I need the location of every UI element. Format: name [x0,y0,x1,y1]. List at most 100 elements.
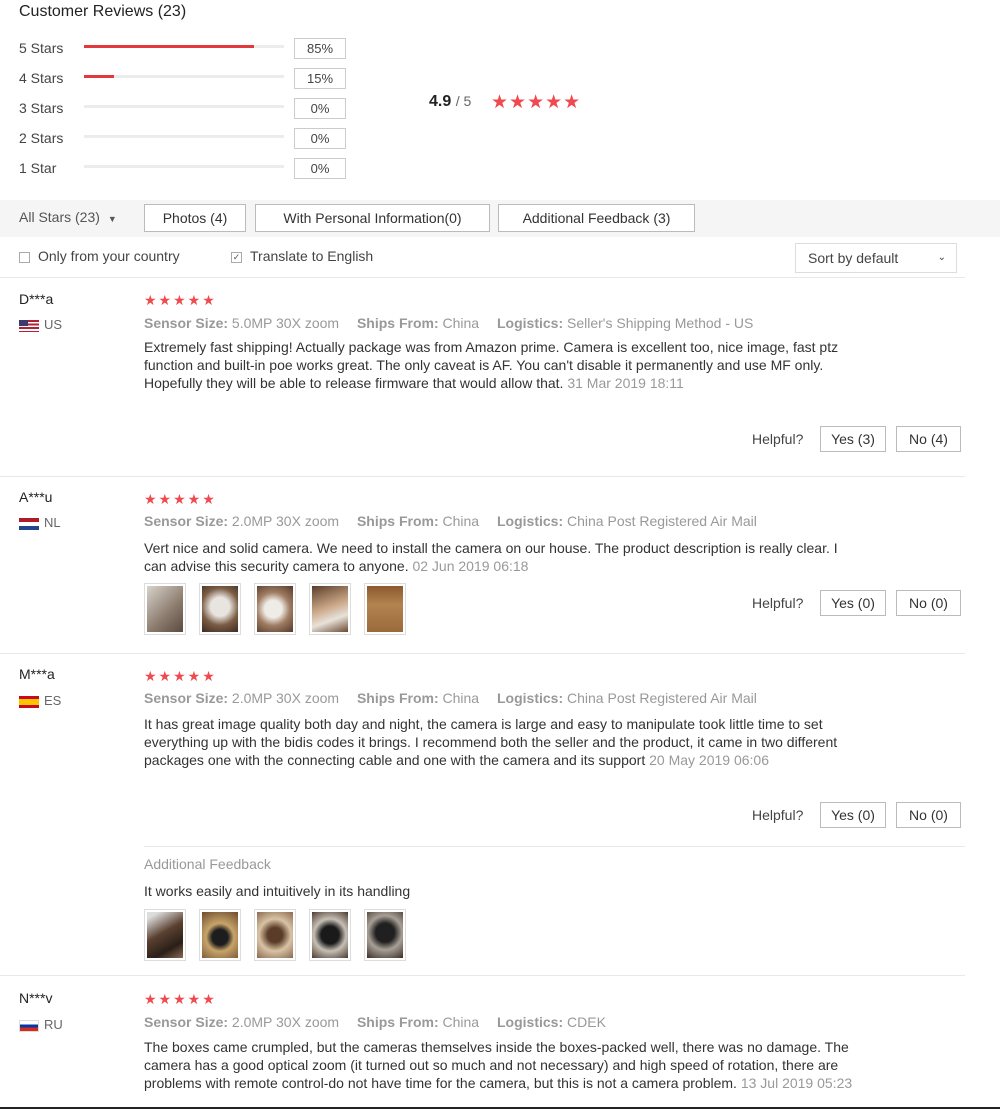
helpful-yes-button[interactable]: Yes (0) [820,590,886,616]
ships-value: China [442,1014,480,1030]
dist-label-4[interactable]: 4 Stars [19,70,63,86]
filter-photos-button[interactable]: Photos (4) [144,204,246,232]
review-photo[interactable] [144,583,186,635]
reviewer-name: D***a [19,291,54,307]
reviewer-name: N***v [19,990,53,1006]
review-photo[interactable] [199,583,241,635]
review-photo[interactable] [254,909,296,961]
translate-checkbox[interactable]: ✓ [231,251,242,263]
ships-value: China [442,513,480,529]
ships-label: Ships From: [356,1014,439,1030]
review-photo[interactable] [199,909,241,961]
average-value: 4.9 [429,93,452,110]
dist-bar-3[interactable] [84,105,284,108]
translate-label: Translate to English [250,248,374,264]
logistics-label: Logistics: [497,513,564,529]
dist-percent-3: 0% [294,98,346,119]
dist-percent-5: 85% [294,38,346,59]
dist-bar-5[interactable] [84,45,284,48]
review-meta: Sensor Size: 2.0MP 30X zoom Ships From: … [144,1014,606,1030]
dist-label-5[interactable]: 5 Stars [19,40,63,56]
review-text: The boxes came crumpled, but the cameras… [144,1038,864,1092]
sort-label: Sort by default [808,250,899,266]
review-meta: Sensor Size: 2.0MP 30X zoom Ships From: … [144,690,757,706]
review-date: 31 Mar 2019 18:11 [567,375,684,391]
review-photo[interactable] [364,909,406,961]
review-date: 02 Jun 2019 06:18 [412,558,529,574]
review-text: Vert nice and solid camera. We need to i… [144,539,844,575]
logistics-label: Logistics: [497,1014,564,1030]
sensor-value: 2.0MP 30X zoom [231,513,340,529]
review-date: 20 May 2019 06:06 [649,752,769,768]
helpful-label: Helpful? [752,595,804,611]
logistics-value: China Post Registered Air Mail [567,690,757,706]
nl-flag-icon [19,517,39,530]
divider [144,846,965,847]
only-country-option[interactable]: Only from your country [19,248,180,264]
translate-option[interactable]: ✓ Translate to English [231,248,373,264]
sensor-value: 2.0MP 30X zoom [231,690,340,706]
reviewer-country: ES [19,693,61,708]
review-stars-icon: ★★★★★ [144,991,217,1007]
helpful-label: Helpful? [752,807,804,823]
sensor-value: 2.0MP 30X zoom [231,1014,340,1030]
divider [0,277,965,278]
dist-label-3[interactable]: 3 Stars [19,100,63,116]
helpful-no-button[interactable]: No (4) [896,426,961,452]
ships-value: China [442,315,480,331]
additional-feedback-title: Additional Feedback [144,856,271,872]
reviewer-name: A***u [19,489,53,505]
logistics-value: China Post Registered Air Mail [567,513,757,529]
ships-label: Ships From: [356,690,439,706]
dist-bar-2[interactable] [84,135,284,138]
sort-select[interactable]: Sort by default ⌄ [795,243,957,273]
review-photo[interactable] [254,583,296,635]
dist-label-2[interactable]: 2 Stars [19,130,63,146]
chevron-down-icon: ⌄ [937,252,946,263]
logistics-label: Logistics: [497,690,564,706]
sensor-label: Sensor Size: [144,315,229,331]
filter-personal-info-button[interactable]: With Personal Information(0) [255,204,490,232]
additional-feedback-text: It works easily and intuitively in its h… [144,883,411,899]
review-photo[interactable] [309,583,351,635]
average-stars-icon: ★★★★★ [491,92,582,113]
sensor-label: Sensor Size: [144,1014,229,1030]
all-stars-dropdown[interactable]: All Stars (23) ▼ [19,209,117,225]
divider [0,975,965,976]
logistics-value: CDEK [567,1014,606,1030]
divider [0,653,965,654]
reviewer-country: RU [19,1017,63,1032]
sensor-label: Sensor Size: [144,690,229,706]
review-text: It has great image quality both day and … [144,715,874,769]
dist-label-1[interactable]: 1 Star [19,160,56,176]
review-photo[interactable] [364,583,406,635]
ships-value: China [442,690,480,706]
review-meta: Sensor Size: 5.0MP 30X zoom Ships From: … [144,315,753,331]
only-country-checkbox[interactable] [19,251,30,263]
review-photo[interactable] [144,909,186,961]
filter-additional-feedback-button[interactable]: Additional Feedback (3) [498,204,695,232]
dist-percent-4: 15% [294,68,346,89]
dist-bar-fill-5 [84,45,254,48]
review-photo[interactable] [309,909,351,961]
helpful-yes-button[interactable]: Yes (0) [820,802,886,828]
helpful-no-button[interactable]: No (0) [896,802,961,828]
helpful-label: Helpful? [752,431,804,447]
helpful-yes-button[interactable]: Yes (3) [820,426,886,452]
review-date: 13 Jul 2019 05:23 [740,1075,853,1091]
dist-bar-fill-4 [84,75,114,78]
review-meta: Sensor Size: 2.0MP 30X zoom Ships From: … [144,513,757,529]
ships-label: Ships From: [356,315,439,331]
dist-bar-4[interactable] [84,75,284,78]
dist-percent-1: 0% [294,158,346,179]
review-text: Extremely fast shipping! Actually packag… [144,338,879,392]
reviewer-name: M***a [19,666,55,682]
helpful-no-button[interactable]: No (0) [896,590,961,616]
dist-percent-2: 0% [294,128,346,149]
chevron-down-icon: ▼ [107,214,117,224]
review-stars-icon: ★★★★★ [144,668,217,684]
dist-bar-1[interactable] [84,165,284,168]
sensor-value: 5.0MP 30X zoom [231,315,340,331]
average-rating: 4.9 / 5 [429,93,471,111]
average-max: / 5 [455,93,472,109]
